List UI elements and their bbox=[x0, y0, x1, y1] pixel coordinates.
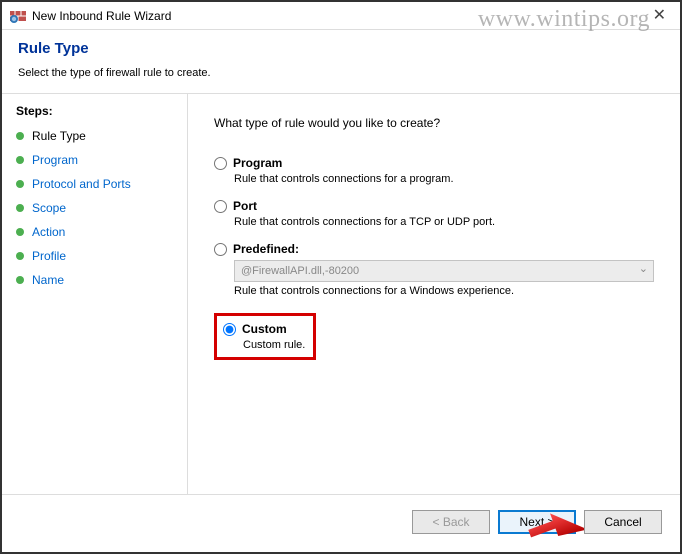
step-bullet-icon bbox=[16, 204, 24, 212]
option-predefined: Predefined: @FirewallAPI.dll,-80200 Rule… bbox=[214, 242, 654, 297]
window-title: New Inbound Rule Wizard bbox=[32, 9, 647, 23]
radio-port-label: Port bbox=[233, 199, 257, 213]
page-subtitle: Select the type of firewall rule to crea… bbox=[18, 67, 664, 79]
radio-program[interactable]: Program bbox=[214, 156, 654, 170]
step-bullet-icon bbox=[16, 180, 24, 188]
wizard-footer: < Back Next > Cancel bbox=[2, 494, 680, 548]
step-action[interactable]: Action bbox=[16, 220, 173, 244]
option-program: Program Rule that controls connections f… bbox=[214, 156, 654, 185]
step-label: Profile bbox=[32, 249, 66, 263]
radio-predefined-label: Predefined: bbox=[233, 242, 299, 256]
titlebar: New Inbound Rule Wizard ✕ bbox=[2, 2, 680, 30]
step-label: Protocol and Ports bbox=[32, 177, 131, 191]
step-label: Action bbox=[32, 225, 65, 239]
step-protocol-ports[interactable]: Protocol and Ports bbox=[16, 172, 173, 196]
wizard-body: Steps: Rule Type Program Protocol and Po… bbox=[2, 94, 680, 494]
step-label: Scope bbox=[32, 201, 66, 215]
steps-sidebar: Steps: Rule Type Program Protocol and Po… bbox=[2, 94, 188, 494]
radio-port-input[interactable] bbox=[214, 200, 227, 213]
radio-program-label: Program bbox=[233, 156, 282, 170]
wizard-header: Rule Type Select the type of firewall ru… bbox=[2, 30, 680, 94]
predefined-select[interactable]: @FirewallAPI.dll,-80200 bbox=[234, 260, 654, 282]
radio-custom-desc: Custom rule. bbox=[243, 339, 305, 351]
step-scope[interactable]: Scope bbox=[16, 196, 173, 220]
step-bullet-icon bbox=[16, 252, 24, 260]
option-custom: Custom Custom rule. bbox=[223, 322, 305, 351]
next-button[interactable]: Next > bbox=[498, 510, 576, 534]
rule-type-radio-group: Program Rule that controls connections f… bbox=[214, 156, 654, 360]
option-port: Port Rule that controls connections for … bbox=[214, 199, 654, 228]
radio-port[interactable]: Port bbox=[214, 199, 654, 213]
back-button[interactable]: < Back bbox=[412, 510, 490, 534]
step-bullet-icon bbox=[16, 156, 24, 164]
step-bullet-icon bbox=[16, 132, 24, 140]
firewall-icon bbox=[10, 8, 26, 24]
radio-custom-label: Custom bbox=[242, 322, 287, 336]
close-icon[interactable]: ✕ bbox=[647, 8, 672, 24]
step-name[interactable]: Name bbox=[16, 268, 173, 292]
step-profile[interactable]: Profile bbox=[16, 244, 173, 268]
step-bullet-icon bbox=[16, 228, 24, 236]
steps-heading: Steps: bbox=[16, 104, 173, 118]
main-panel: What type of rule would you like to crea… bbox=[188, 94, 680, 494]
radio-port-desc: Rule that controls connections for a TCP… bbox=[234, 216, 654, 228]
radio-program-input[interactable] bbox=[214, 157, 227, 170]
step-rule-type[interactable]: Rule Type bbox=[16, 124, 173, 148]
step-label: Program bbox=[32, 153, 78, 167]
step-program[interactable]: Program bbox=[16, 148, 173, 172]
radio-custom[interactable]: Custom bbox=[223, 322, 305, 336]
radio-predefined-desc: Rule that controls connections for a Win… bbox=[234, 285, 654, 297]
radio-program-desc: Rule that controls connections for a pro… bbox=[234, 173, 654, 185]
radio-predefined[interactable]: Predefined: bbox=[214, 242, 654, 256]
radio-custom-input[interactable] bbox=[223, 323, 236, 336]
step-label: Name bbox=[32, 273, 64, 287]
main-prompt: What type of rule would you like to crea… bbox=[214, 116, 654, 130]
step-bullet-icon bbox=[16, 276, 24, 284]
custom-highlight: Custom Custom rule. bbox=[214, 313, 316, 360]
step-label: Rule Type bbox=[32, 129, 86, 143]
page-title: Rule Type bbox=[18, 40, 664, 57]
radio-predefined-input[interactable] bbox=[214, 243, 227, 256]
cancel-button[interactable]: Cancel bbox=[584, 510, 662, 534]
